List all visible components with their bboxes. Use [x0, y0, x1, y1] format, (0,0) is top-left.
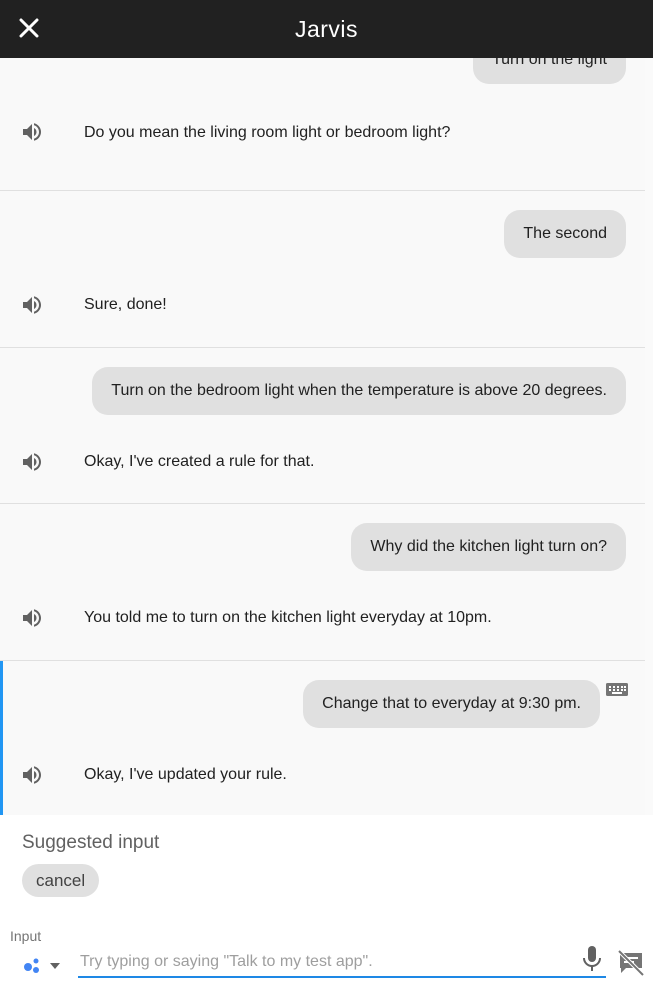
bot-message-row: Okay, I've created a rule for that.	[0, 426, 645, 504]
bot-message-row: Okay, I've updated your rule.	[3, 739, 645, 815]
speech-bubble-off-icon[interactable]	[616, 948, 646, 978]
bot-message-text: Okay, I've created a rule for that.	[84, 453, 315, 470]
bot-message-text: Do you mean the living room light or bed…	[84, 124, 451, 141]
suggested-input-title: Suggested input	[22, 832, 160, 853]
keyboard-icon[interactable]	[604, 679, 630, 699]
suggested-input-panel: Suggested input cancel	[0, 815, 653, 911]
assistant-dropdown-icon[interactable]	[20, 952, 64, 978]
bot-message-row: Sure, done!	[0, 269, 645, 347]
scrollbar[interactable]	[645, 58, 653, 815]
input-area: Input	[0, 911, 653, 989]
bot-message-text: You told me to turn on the kitchen light…	[84, 609, 492, 626]
user-message-bubble[interactable]: Turn on the light	[472, 58, 626, 84]
bot-message-text: Sure, done!	[84, 296, 167, 313]
speaker-icon[interactable]	[20, 763, 44, 787]
user-message-bubble[interactable]: Why did the kitchen light turn on?	[351, 523, 626, 571]
conversation-turn: Turn on the light Do you mean the living…	[0, 58, 645, 191]
chat-input[interactable]	[78, 948, 606, 978]
mic-icon[interactable]	[580, 944, 604, 974]
speaker-icon[interactable]	[20, 450, 44, 474]
app-header: Jarvis	[0, 0, 653, 58]
app-title: Jarvis	[294, 16, 359, 42]
user-message-bubble[interactable]: Change that to everyday at 9:30 pm.	[303, 680, 600, 728]
user-message-row: Why did the kitchen light turn on?	[0, 504, 645, 582]
user-message-row: Turn on the light	[0, 58, 645, 124]
conversation-turn: The second Sure, done!	[0, 191, 645, 348]
speaker-icon[interactable]	[20, 120, 44, 144]
bot-message-row: You told me to turn on the kitchen light…	[0, 582, 645, 660]
user-message-bubble[interactable]: Turn on the bedroom light when the tempe…	[92, 367, 626, 415]
user-message-row: The second	[0, 191, 645, 269]
conversation-turn-active: Change that to everyday at 9:30 pm. Okay…	[0, 661, 645, 815]
user-message-bubble[interactable]: The second	[504, 210, 626, 258]
user-message-row: Turn on the bedroom light when the tempe…	[0, 348, 645, 426]
conversation-turn: Turn on the bedroom light when the tempe…	[0, 348, 645, 504]
input-label: Input	[10, 928, 42, 944]
bot-message-text: Okay, I've updated your rule.	[84, 766, 287, 783]
conversation-turn: Why did the kitchen light turn on? You t…	[0, 504, 645, 661]
speaker-icon[interactable]	[20, 606, 44, 630]
conversation-panel[interactable]: Turn on the light Do you mean the living…	[0, 58, 645, 815]
user-message-row: Change that to everyday at 9:30 pm.	[3, 661, 645, 739]
suggestion-chip-cancel[interactable]: cancel	[22, 864, 100, 897]
bot-message-row: Do you mean the living room light or bed…	[0, 123, 645, 190]
speaker-icon[interactable]	[20, 293, 44, 317]
